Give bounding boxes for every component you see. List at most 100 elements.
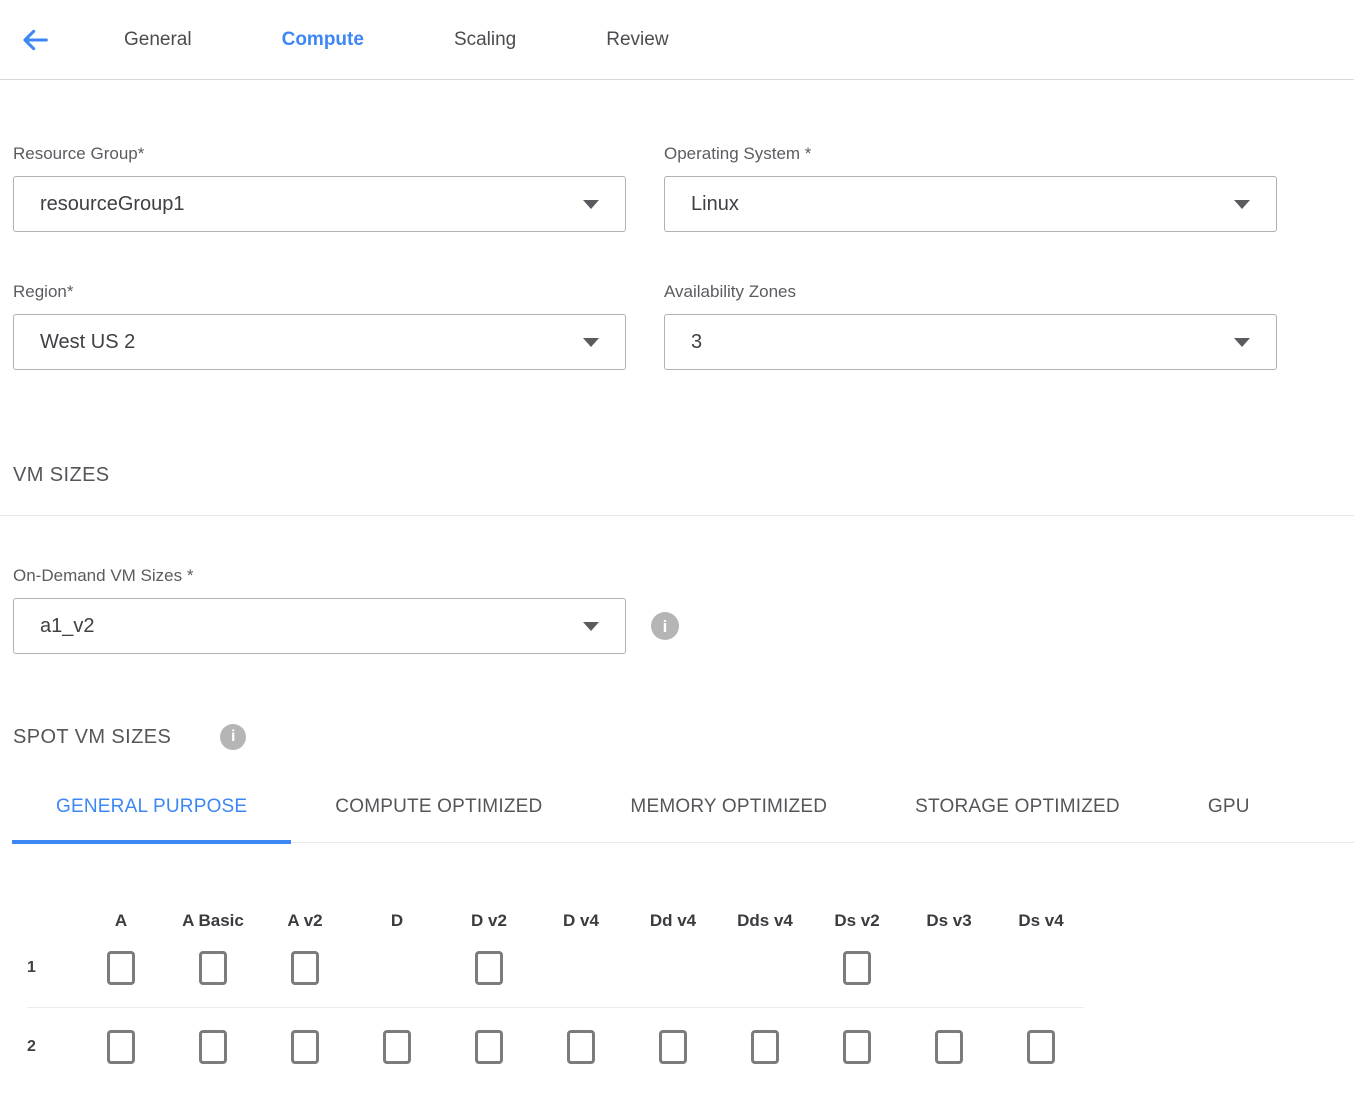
on-demand-vm-sizes-label: On-Demand VM Sizes * — [13, 566, 1354, 586]
section-title-spot-vm-sizes: SPOT VM SIZES — [13, 726, 171, 749]
vm-cell-row2-a — [75, 1016, 167, 1078]
vm-row-label-2: 2 — [0, 1038, 75, 1056]
resource-group-select[interactable]: resourceGroup1 — [13, 176, 626, 232]
compute-form-grid: Resource Group* resourceGroup1 Operating S… — [13, 144, 1354, 370]
on-demand-vm-sizes-select[interactable]: a1_v2 — [13, 598, 626, 654]
spot-tab-compute-optimized[interactable]: COMPUTE OPTIMIZED — [291, 796, 586, 843]
vm-checkbox-row1-ds-v2[interactable] — [843, 951, 871, 985]
vm-column-header-ds-v3: Ds v3 — [903, 911, 995, 931]
vm-column-header-d-v4: D v4 — [535, 911, 627, 931]
top-navigation-bar: General Compute Scaling Review — [0, 0, 1354, 80]
region-label: Region* — [13, 282, 626, 302]
field-operating-system: Operating System * Linux — [664, 144, 1277, 232]
vm-cell-row2-d-v4 — [535, 1016, 627, 1078]
chevron-down-icon — [583, 200, 599, 209]
operating-system-label: Operating System * — [664, 144, 1277, 164]
spot-tab-storage-optimized[interactable]: STORAGE OPTIMIZED — [871, 796, 1164, 843]
vm-checkbox-row2-d-v2[interactable] — [475, 1030, 503, 1064]
spot-vm-sizes-header: SPOT VM SIZES — [13, 724, 1354, 750]
vm-cell-row1-ds-v4 — [995, 937, 1087, 999]
vm-table-header-row: AA BasicA v2DD v2D v4Dd v4Dds v4Ds v2Ds … — [0, 911, 1354, 931]
vm-cell-row2-ds-v4 — [995, 1016, 1087, 1078]
nav-tab-compute[interactable]: Compute — [282, 29, 364, 51]
region-select[interactable]: West US 2 — [13, 314, 626, 370]
vm-row-divider — [27, 1007, 1084, 1008]
spot-tab-memory-optimized[interactable]: MEMORY OPTIMIZED — [586, 796, 871, 843]
vm-cell-row2-a-v2 — [259, 1016, 351, 1078]
operating-system-select[interactable]: Linux — [664, 176, 1277, 232]
vm-checkbox-row2-d[interactable] — [383, 1030, 411, 1064]
section-title-vm-sizes: VM SIZES — [13, 464, 1354, 487]
vm-checkbox-row1-a-basic[interactable] — [199, 951, 227, 985]
chevron-down-icon — [1234, 338, 1250, 347]
vm-checkbox-row2-a-v2[interactable] — [291, 1030, 319, 1064]
field-on-demand-vm-sizes: On-Demand VM Sizes * a1_v2 — [13, 566, 1354, 654]
nav-tab-general[interactable]: General — [124, 29, 192, 51]
vm-cell-row2-d-v2 — [443, 1016, 535, 1078]
spot-vm-sizes-info-icon[interactable] — [220, 724, 246, 750]
availability-zones-value: 3 — [691, 331, 702, 354]
vm-cell-row1-d-v4 — [535, 937, 627, 999]
vm-cell-row1-d-v2 — [443, 937, 535, 999]
compute-step-content: Resource Group* resourceGroup1 Operating S… — [0, 80, 1354, 1078]
vm-cell-row1-ds-v2 — [811, 937, 903, 999]
vm-checkbox-row1-a[interactable] — [107, 951, 135, 985]
vm-cell-row1-a-basic — [167, 937, 259, 999]
vm-cell-row2-d — [351, 1016, 443, 1078]
vm-table-row-1: 1 — [0, 937, 1354, 999]
on-demand-vm-sizes-value: a1_v2 — [40, 615, 95, 638]
vm-column-header-dd-v4: Dd v4 — [627, 911, 719, 931]
wizard-step-tabs: General Compute Scaling Review — [124, 29, 759, 51]
vm-table-corner-cell — [0, 911, 75, 931]
vm-checkbox-row2-ds-v2[interactable] — [843, 1030, 871, 1064]
vm-checkbox-row2-d-v4[interactable] — [567, 1030, 595, 1064]
nav-tab-review[interactable]: Review — [606, 29, 668, 51]
vm-cell-row1-ds-v3 — [903, 937, 995, 999]
vm-column-header-d-v2: D v2 — [443, 911, 535, 931]
vm-column-header-ds-v2: Ds v2 — [811, 911, 903, 931]
resource-group-label: Resource Group* — [13, 144, 626, 164]
vm-checkbox-row2-ds-v4[interactable] — [1027, 1030, 1055, 1064]
on-demand-info-icon[interactable] — [651, 612, 679, 640]
vm-cell-row1-d — [351, 937, 443, 999]
vm-cell-row2-ds-v2 — [811, 1016, 903, 1078]
region-value: West US 2 — [40, 331, 135, 354]
vm-cell-row2-dds-v4 — [719, 1016, 811, 1078]
vm-column-header-ds-v4: Ds v4 — [995, 911, 1087, 931]
vm-checkbox-row2-dds-v4[interactable] — [751, 1030, 779, 1064]
vm-column-header-d: D — [351, 911, 443, 931]
vm-column-header-dds-v4: Dds v4 — [719, 911, 811, 931]
nav-tab-scaling[interactable]: Scaling — [454, 29, 516, 51]
spot-category-tabs: GENERAL PURPOSECOMPUTE OPTIMIZEDMEMORY O… — [12, 796, 1354, 843]
vm-checkbox-row2-a[interactable] — [107, 1030, 135, 1064]
vm-checkbox-row2-a-basic[interactable] — [199, 1030, 227, 1064]
vm-checkbox-row2-dd-v4[interactable] — [659, 1030, 687, 1064]
chevron-down-icon — [583, 338, 599, 347]
field-region: Region* West US 2 — [13, 282, 626, 370]
vm-cell-row1-dds-v4 — [719, 937, 811, 999]
section-divider — [0, 515, 1354, 516]
field-availability-zones: Availability Zones 3 — [664, 282, 1277, 370]
vm-table-row-2: 2 — [0, 1016, 1354, 1078]
vm-column-header-a: A — [75, 911, 167, 931]
vm-row-label-1: 1 — [0, 959, 75, 977]
vm-cell-row1-a — [75, 937, 167, 999]
vm-cell-row1-dd-v4 — [627, 937, 719, 999]
back-button[interactable] — [16, 21, 54, 59]
vm-checkbox-row1-a-v2[interactable] — [291, 951, 319, 985]
chevron-down-icon — [583, 622, 599, 631]
spot-tab-gpu[interactable]: GPU — [1164, 796, 1294, 843]
vm-column-header-a-v2: A v2 — [259, 911, 351, 931]
vm-cell-row2-a-basic — [167, 1016, 259, 1078]
availability-zones-label: Availability Zones — [664, 282, 1277, 302]
spot-tab-general-purpose[interactable]: GENERAL PURPOSE — [12, 796, 291, 843]
chevron-down-icon — [1234, 200, 1250, 209]
resource-group-value: resourceGroup1 — [40, 193, 185, 216]
vm-checkbox-row1-d-v2[interactable] — [475, 951, 503, 985]
vm-checkbox-row2-ds-v3[interactable] — [935, 1030, 963, 1064]
vm-column-header-a-basic: A Basic — [167, 911, 259, 931]
availability-zones-select[interactable]: 3 — [664, 314, 1277, 370]
operating-system-value: Linux — [691, 193, 739, 216]
spot-vm-size-table: AA BasicA v2DD v2D v4Dd v4Dds v4Ds v2Ds … — [0, 911, 1354, 1078]
vm-cell-row2-ds-v3 — [903, 1016, 995, 1078]
